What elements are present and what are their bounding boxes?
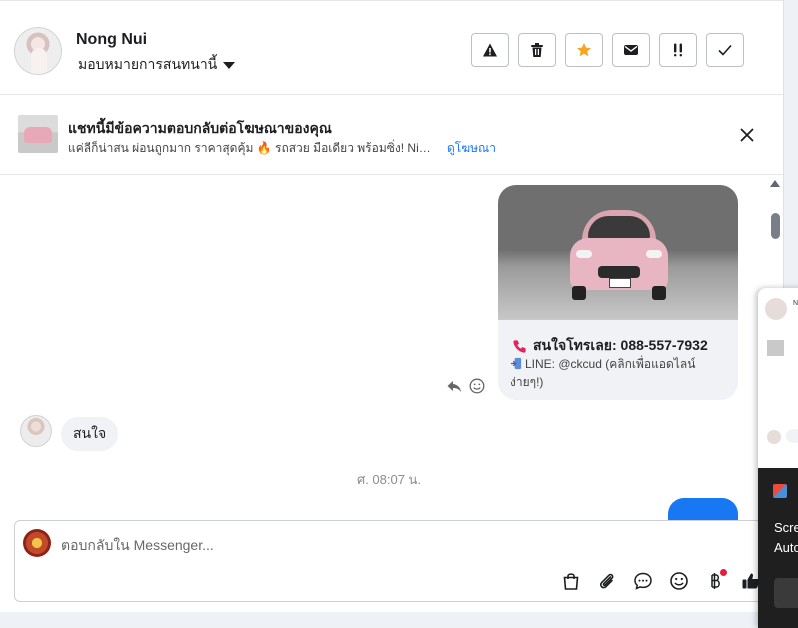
ad-banner-title: แชทนี้มีข้อความตอบกลับต่อโฆษณาของคุณ	[68, 120, 332, 136]
emoji-icon	[670, 572, 688, 590]
assign-label: มอบหมายการสนทนานี้	[78, 56, 218, 72]
screenshot-app-icon	[773, 484, 787, 498]
mini-ad-thumbnail	[767, 340, 784, 356]
page-avatar	[23, 529, 51, 557]
follow-up-button[interactable]	[659, 33, 697, 67]
mini-message-bubble	[786, 429, 798, 443]
delete-button[interactable]	[518, 33, 556, 67]
view-ad-link[interactable]: ดูโฆษณา	[447, 139, 496, 158]
shopping-bag-icon	[563, 573, 579, 590]
notification-dot	[720, 569, 727, 576]
paperclip-icon	[599, 573, 614, 589]
payment-button[interactable]	[703, 569, 727, 593]
check-icon	[718, 44, 732, 56]
envelope-icon	[624, 45, 638, 55]
sender-avatar[interactable]	[20, 415, 52, 447]
reply-button[interactable]	[446, 378, 462, 399]
toast-line-2: Auto	[774, 540, 798, 555]
ad-message-card[interactable]: สนใจโทรเลย: 088-557-7932 LINE: @ckcud (ค…	[498, 185, 738, 400]
saved-replies-button[interactable]	[631, 569, 655, 593]
reply-arrow-icon	[447, 381, 461, 392]
thread-scrollbar[interactable]	[771, 213, 780, 239]
reply-composer	[14, 520, 768, 602]
chat-bubble-icon	[634, 572, 652, 590]
react-button[interactable]	[469, 378, 485, 399]
mobile-arrow-icon	[510, 357, 522, 370]
assign-conversation-dropdown[interactable]: มอบหมายการสนทนานี้	[78, 54, 236, 76]
attach-button[interactable]	[595, 569, 619, 593]
contact-avatar[interactable]	[14, 27, 62, 75]
screenshot-toast[interactable]: Scre Auto	[758, 468, 798, 628]
shopping-bag-button[interactable]	[559, 569, 583, 593]
caret-down-icon	[223, 61, 236, 69]
ad-banner-description: แค่ลีก็น่าสน ผ่อนถูกมาก ราคาสุดคุ้ม 🔥 รถ…	[68, 141, 434, 155]
phone-icon	[513, 339, 526, 353]
card-phone-text: สนใจโทรเลย: 088-557-7932	[533, 337, 708, 353]
toast-line-1: Scre	[774, 520, 798, 535]
conversation-panel: Nong Nui มอบหมายการสนทนานี้ แชทนี้มีข้อค…	[0, 0, 784, 612]
warning-icon	[483, 43, 497, 57]
star-icon	[577, 43, 591, 57]
close-icon	[740, 128, 754, 142]
report-button[interactable]	[471, 33, 509, 67]
mark-done-button[interactable]	[706, 33, 744, 67]
emoji-button[interactable]	[667, 569, 691, 593]
scroll-up-arrow-icon[interactable]	[770, 180, 780, 187]
mini-contact-avatar	[765, 298, 787, 320]
ad-thumbnail[interactable]	[18, 115, 58, 153]
close-banner-button[interactable]	[736, 124, 758, 146]
reply-input[interactable]	[59, 531, 743, 559]
card-line-text: LINE: @ckcud (คลิกเพื่อแอดไลน์ง่ายๆ!)	[510, 355, 728, 391]
mark-unread-button[interactable]	[612, 33, 650, 67]
message-timestamp: ศ. 08:07 น.	[356, 472, 422, 487]
conversation-header: Nong Nui มอบหมายการสนทนานี้	[0, 0, 783, 95]
card-phone-line: สนใจโทรเลย: 088-557-7932	[512, 335, 708, 357]
secondary-window[interactable]: N Scre Auto	[758, 288, 798, 628]
mini-sender-avatar	[767, 430, 781, 444]
toast-action-button[interactable]	[774, 578, 798, 608]
incoming-message-bubble[interactable]: สนใจ	[61, 417, 119, 451]
car-photo[interactable]	[498, 185, 738, 320]
composer-tools	[559, 569, 763, 593]
star-button[interactable]	[565, 33, 603, 67]
outgoing-message-bubble[interactable]	[668, 498, 738, 520]
mini-contact-name: N	[793, 300, 798, 307]
smiley-icon	[469, 378, 485, 394]
card-line-label: LINE: @ckcud (คลิกเพื่อแอดไลน์ง่ายๆ!)	[510, 357, 696, 389]
double-exclamation-icon	[674, 43, 682, 57]
contact-name[interactable]: Nong Nui	[76, 31, 147, 49]
header-actions	[471, 33, 744, 67]
trash-icon	[531, 43, 543, 57]
